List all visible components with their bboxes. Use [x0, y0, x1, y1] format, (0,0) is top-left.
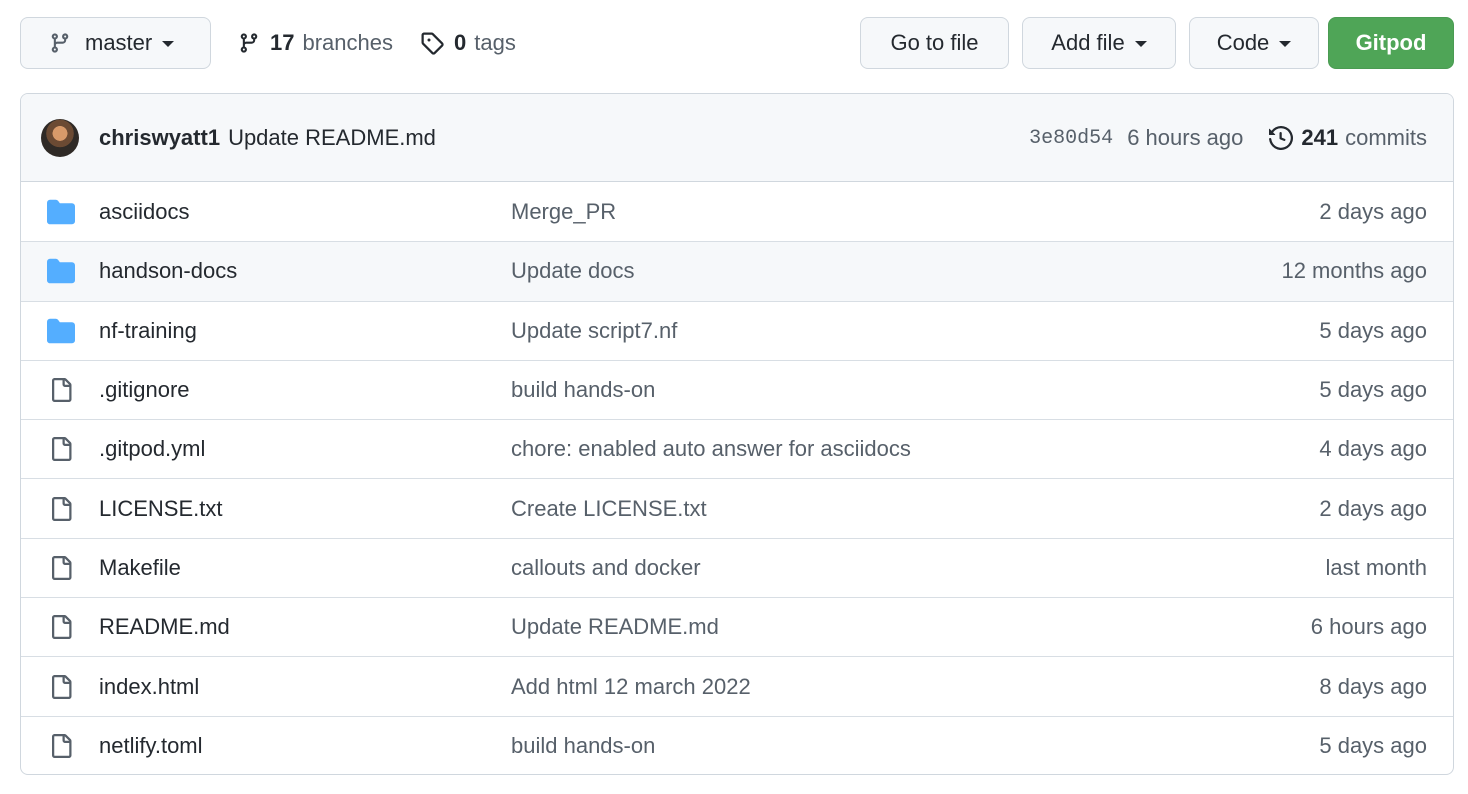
branches-label: branches — [302, 30, 393, 55]
chevron-down-icon — [1134, 41, 1147, 47]
file-name-link[interactable]: .gitignore — [99, 377, 190, 403]
branch-select-button[interactable]: master — [20, 17, 211, 69]
tags-count: 0 — [454, 30, 467, 55]
table-row[interactable]: Makefile callouts and docker last month — [21, 537, 1453, 597]
commit-age: 4 days ago — [1319, 436, 1427, 462]
commit-author-link[interactable]: chriswyatt1 — [99, 125, 220, 151]
commit-message-link[interactable]: Update script7.nf — [511, 318, 677, 344]
avatar[interactable] — [41, 119, 79, 157]
tags-label: tags — [474, 30, 516, 55]
commit-message-link[interactable]: Add html 12 march 2022 — [511, 674, 751, 700]
code-label: Code — [1216, 30, 1270, 55]
repo-toolbar: master 17 branches 0 tags Go to file Add… — [20, 17, 1454, 69]
file-icon — [47, 673, 75, 701]
commit-meta: 3e80d54 6 hours ago 241 commits — [1029, 94, 1427, 182]
table-row[interactable]: .gitignore build hands-on 5 days ago — [21, 359, 1453, 419]
commits-label: commits — [1345, 125, 1427, 150]
commit-message-link[interactable]: Update README.md — [228, 125, 436, 151]
commit-message-link[interactable]: Update docs — [511, 258, 635, 284]
file-name-link[interactable]: netlify.toml — [99, 733, 203, 759]
add-file-button[interactable]: Add file — [1022, 17, 1176, 69]
file-name-link[interactable]: README.md — [99, 614, 230, 640]
commit-age: 12 months ago — [1281, 258, 1427, 284]
commit-age: 5 days ago — [1319, 732, 1427, 758]
commit-message-link[interactable]: callouts and docker — [511, 555, 701, 581]
folder-icon — [47, 198, 75, 226]
commit-age: 2 days ago — [1319, 198, 1427, 224]
add-file-label: Add file — [1051, 30, 1125, 55]
file-icon — [47, 732, 75, 760]
folder-icon — [47, 317, 75, 345]
table-row[interactable]: index.html Add html 12 march 2022 8 days a… — [21, 656, 1453, 715]
go-to-file-label: Go to file — [890, 30, 979, 55]
code-button[interactable]: Code — [1189, 17, 1319, 69]
commit-message-link[interactable]: Update README.md — [511, 614, 719, 640]
commit-message-link[interactable]: build hands-on — [511, 377, 655, 403]
commit-message-link[interactable]: build hands-on — [511, 733, 655, 759]
commit-age: 5 days ago — [1319, 377, 1427, 403]
folder-icon — [47, 257, 75, 285]
commits-count: 241 — [1301, 125, 1339, 150]
table-row[interactable]: README.md Update README.md 6 hours ago — [21, 597, 1453, 656]
file-icon — [47, 613, 75, 641]
git-branch-icon — [240, 33, 258, 53]
file-name-link[interactable]: .gitpod.yml — [99, 436, 205, 462]
branches-count: 17 — [270, 30, 295, 55]
file-icon — [47, 554, 75, 582]
latest-commit-summary: chriswyatt1 Update README.md — [99, 94, 436, 182]
file-name-link[interactable]: nf-training — [99, 318, 197, 344]
tag-icon — [421, 32, 444, 55]
history-icon — [1269, 126, 1294, 150]
table-row[interactable]: asciidocs Merge_PR 2 days ago — [21, 182, 1453, 241]
file-icon — [47, 376, 75, 404]
chevron-down-icon — [1279, 41, 1292, 47]
commit-sha-link[interactable]: 3e80d54 — [1029, 127, 1113, 150]
commit-message-link[interactable]: Create LICENSE.txt — [511, 496, 707, 522]
commit-age: 6 hours ago — [1310, 614, 1427, 640]
table-row[interactable]: .gitpod.yml chore: enabled auto answer fo… — [21, 419, 1453, 478]
file-name-link[interactable]: index.html — [99, 674, 199, 700]
file-name-link[interactable]: LICENSE.txt — [99, 496, 222, 522]
table-row[interactable]: LICENSE.txt Create LICENSE.txt 2 days ago — [21, 478, 1453, 537]
table-row[interactable]: nf-training Update script7.nf 5 days ago — [21, 300, 1453, 360]
gitpod-button[interactable]: Gitpod — [1328, 17, 1454, 69]
commit-age: 8 days ago — [1319, 673, 1427, 699]
commit-message-link[interactable]: chore: enabled auto answer for asciidocs — [511, 436, 911, 462]
table-row[interactable]: netlify.toml build hands-on 5 days ago — [21, 715, 1453, 774]
file-list: asciidocs Merge_PR 2 days ago handson-docs U… — [21, 182, 1453, 774]
table-row[interactable]: handson-docs Update docs 12 months ago — [21, 241, 1453, 301]
file-icon — [47, 435, 75, 463]
go-to-file-button[interactable]: Go to file — [860, 17, 1009, 69]
commit-message-link[interactable]: Merge_PR — [511, 199, 616, 225]
commit-age: last month — [1325, 554, 1428, 580]
latest-commit-bar: chriswyatt1 Update README.md 3e80d54 6 h… — [21, 94, 1453, 182]
file-name-link[interactable]: asciidocs — [99, 199, 189, 225]
branch-name: master — [85, 30, 153, 55]
commit-age: 2 days ago — [1319, 495, 1427, 521]
file-browser: chriswyatt1 Update README.md 3e80d54 6 h… — [20, 93, 1454, 775]
file-name-link[interactable]: handson-docs — [99, 258, 237, 284]
tags-link[interactable]: 0 tags — [420, 17, 516, 69]
gitpod-label: Gitpod — [1355, 30, 1427, 55]
file-name-link[interactable]: Makefile — [99, 555, 181, 581]
commits-history-link[interactable]: 241 commits — [1269, 125, 1427, 151]
commit-time: 6 hours ago — [1127, 125, 1244, 150]
git-branch-icon — [51, 33, 69, 53]
file-icon — [47, 495, 75, 523]
branches-link[interactable]: 17 branches — [238, 17, 393, 69]
chevron-down-icon — [162, 41, 175, 47]
commit-age: 5 days ago — [1319, 317, 1427, 343]
